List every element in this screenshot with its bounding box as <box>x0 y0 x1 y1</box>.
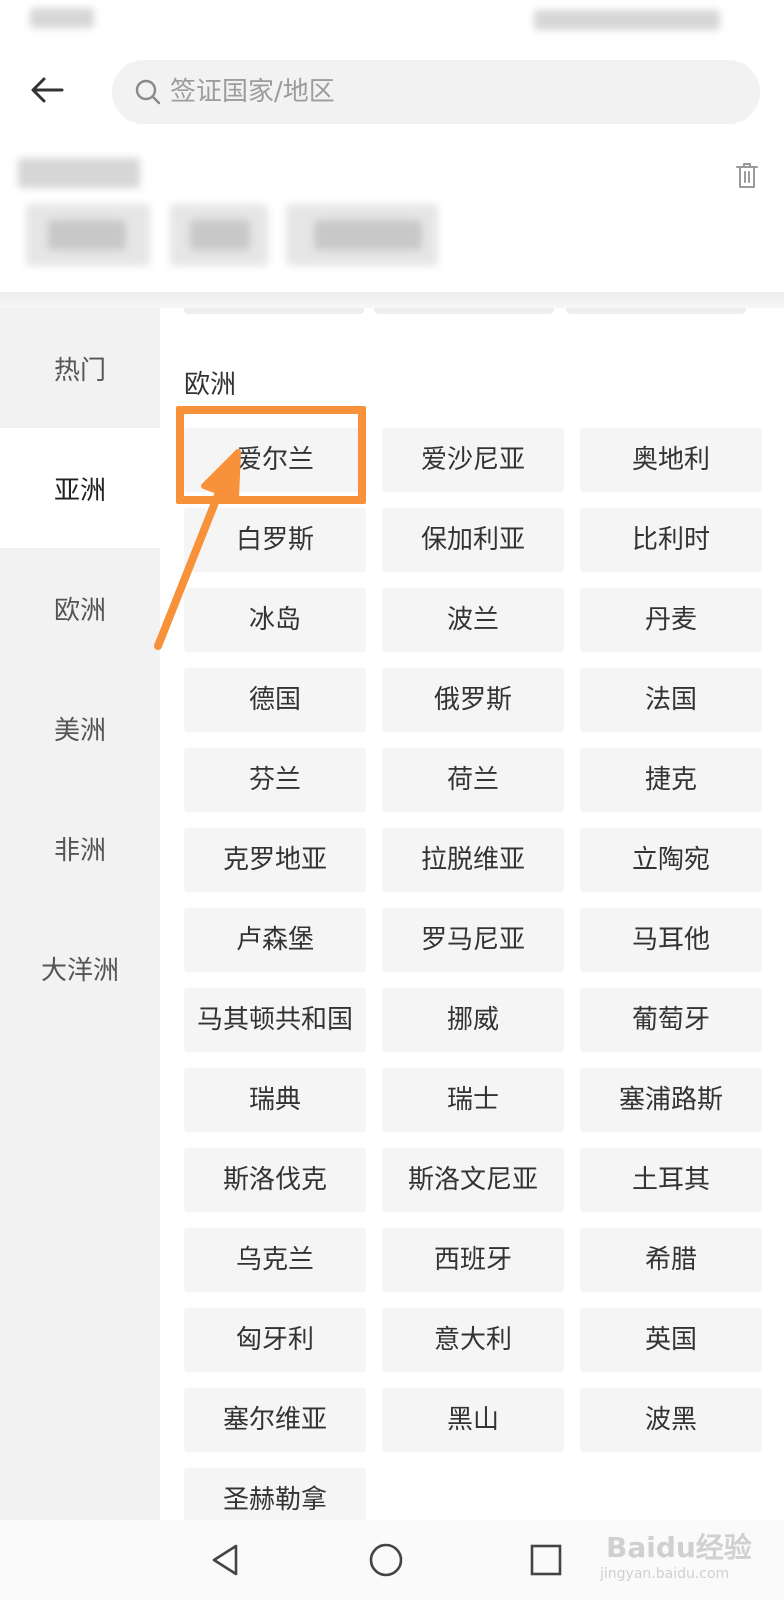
back-button[interactable] <box>26 68 70 112</box>
country-item[interactable]: 瑞典 <box>184 1068 366 1132</box>
country-item[interactable]: 爱沙尼亚 <box>382 428 564 492</box>
search-placeholder: 签证国家/地区 <box>170 77 335 107</box>
watermark-main: Baidu经验 <box>606 1531 752 1564</box>
country-item[interactable]: 比利时 <box>580 508 762 572</box>
watermark-sub: jingyan.baidu.com <box>600 1566 730 1582</box>
country-item[interactable]: 马其顿共和国 <box>184 988 366 1052</box>
status-blur-left <box>30 8 94 28</box>
country-item[interactable]: 荷兰 <box>382 748 564 812</box>
country-item[interactable]: 黑山 <box>382 1388 564 1452</box>
history-title-blur <box>18 158 140 188</box>
sidebar-item-americas[interactable]: 美洲 <box>0 668 160 788</box>
country-grid: 爱尔兰 爱沙尼亚 奥地利 白罗斯 保加利亚 比利时 冰岛 波兰 丹麦 德国 俄罗斯 法国 芬兰 荷兰 捷克克… <box>184 428 764 1520</box>
country-item[interactable]: 斯洛文尼亚 <box>382 1148 564 1212</box>
country-item[interactable]: 葡萄牙 <box>580 988 762 1052</box>
annotation-highlight-box <box>176 406 366 504</box>
country-item[interactable]: 意大利 <box>382 1308 564 1372</box>
history-chip-text-3 <box>314 220 422 250</box>
country-item[interactable]: 土耳其 <box>580 1148 762 1212</box>
country-item[interactable]: 德国 <box>184 668 366 732</box>
country-item[interactable]: 保加利亚 <box>382 508 564 572</box>
sidebar-item-hot[interactable]: 热门 <box>0 308 160 428</box>
sidebar-item-europe[interactable]: 欧洲 <box>0 548 160 668</box>
country-item[interactable]: 捷克 <box>580 748 762 812</box>
watermark: Baidu经验 jingyan.baidu.com <box>600 1526 780 1594</box>
prev-row-edge <box>374 308 554 314</box>
status-bar <box>0 0 784 50</box>
trash-icon[interactable] <box>734 160 760 190</box>
sidebar-item-oceania[interactable]: 大洋洲 <box>0 908 160 1028</box>
country-item[interactable]: 匈牙利 <box>184 1308 366 1372</box>
continent-sidebar: 热门 亚洲 欧洲 美洲 非洲 大洋洲 <box>0 308 160 1520</box>
prev-row-edge <box>184 308 364 314</box>
search-icon <box>135 79 161 105</box>
country-item[interactable]: 瑞士 <box>382 1068 564 1132</box>
country-item[interactable]: 希腊 <box>580 1228 762 1292</box>
prev-row-edge <box>566 308 746 314</box>
country-item[interactable]: 卢森堡 <box>184 908 366 972</box>
status-blur-right <box>534 10 720 30</box>
country-item[interactable]: 法国 <box>580 668 762 732</box>
search-history <box>0 140 784 300</box>
country-item[interactable]: 挪威 <box>382 988 564 1052</box>
nav-recent-icon[interactable] <box>526 1540 566 1580</box>
country-item[interactable]: 拉脱维亚 <box>382 828 564 892</box>
history-chip-text-2 <box>190 220 250 250</box>
back-arrow-icon <box>31 77 64 103</box>
country-item[interactable]: 斯洛伐克 <box>184 1148 366 1212</box>
country-item[interactable]: 英国 <box>580 1308 762 1372</box>
country-item[interactable]: 丹麦 <box>580 588 762 652</box>
country-item[interactable]: 克罗地亚 <box>184 828 366 892</box>
country-item[interactable]: 圣赫勒拿 <box>184 1468 366 1520</box>
country-item[interactable]: 罗马尼亚 <box>382 908 564 972</box>
country-item[interactable]: 塞浦路斯 <box>580 1068 762 1132</box>
country-item[interactable]: 西班牙 <box>382 1228 564 1292</box>
nav-home-icon[interactable] <box>366 1540 406 1580</box>
country-item[interactable]: 波兰 <box>382 588 564 652</box>
sidebar-item-asia[interactable]: 亚洲 <box>0 428 160 548</box>
header-divider <box>0 292 784 308</box>
search-input[interactable]: 签证国家/地区 <box>112 60 760 124</box>
country-item[interactable]: 俄罗斯 <box>382 668 564 732</box>
country-item[interactable]: 塞尔维亚 <box>184 1388 366 1452</box>
country-item[interactable]: 波黑 <box>580 1388 762 1452</box>
country-item[interactable]: 马耳他 <box>580 908 762 972</box>
country-item[interactable]: 芬兰 <box>184 748 366 812</box>
country-item[interactable]: 乌克兰 <box>184 1228 366 1292</box>
history-chip-text-1 <box>48 220 126 250</box>
country-item[interactable]: 立陶宛 <box>580 828 762 892</box>
nav-back-icon[interactable] <box>206 1540 246 1580</box>
country-item[interactable]: 白罗斯 <box>184 508 366 572</box>
sidebar-item-africa[interactable]: 非洲 <box>0 788 160 908</box>
country-item[interactable]: 奥地利 <box>580 428 762 492</box>
section-title: 欧洲 <box>184 370 237 400</box>
country-item[interactable]: 冰岛 <box>184 588 366 652</box>
